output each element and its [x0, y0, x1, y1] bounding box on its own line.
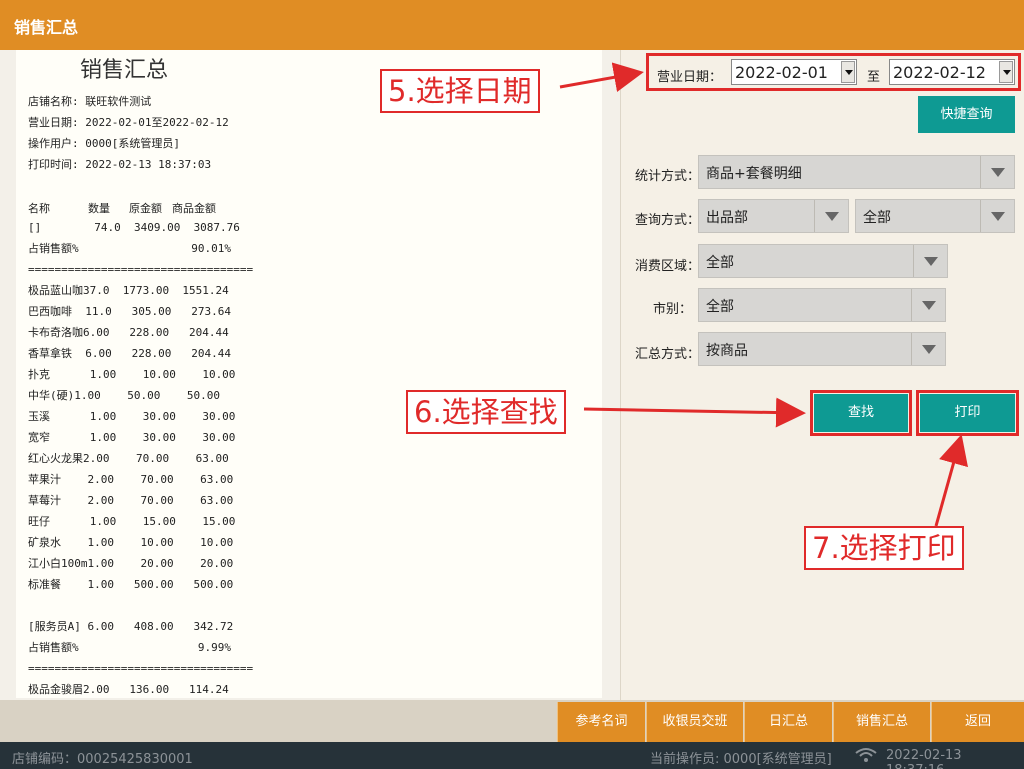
receipt-line: [服务员A] 6.00 408.00 342.72	[28, 620, 234, 633]
receipt-operator: 操作用户: 0000[系统管理员]	[28, 137, 180, 150]
stat-mode-select[interactable]: 商品+套餐明细	[698, 155, 1015, 189]
nav-back[interactable]: 返回	[931, 702, 1024, 742]
dropdown-icon[interactable]	[999, 61, 1013, 83]
status-bar: 店铺编码：00025425830001 当前操作员: 0000[系统管理员] 2…	[0, 742, 1024, 769]
receipt-line: 扑克 1.00 10.00 10.00	[28, 368, 236, 381]
annotation-step6: 6.选择查找	[406, 390, 566, 434]
receipt-line: ==================================	[28, 662, 254, 675]
receipt-line: 占销售额% 9.99%	[28, 641, 231, 654]
chevron-down-icon[interactable]	[913, 245, 947, 277]
nav-sales-summary[interactable]: 销售汇总	[833, 702, 930, 742]
receipt-line: 草莓汁 2.00 70.00 63.00	[28, 494, 234, 507]
bottom-nav: 参考名词 收银员交班 日汇总 销售汇总 返回	[0, 700, 1024, 742]
date-separator: 至	[867, 70, 881, 85]
market-label: 市别：	[653, 302, 693, 317]
nav-daily-summary[interactable]: 日汇总	[744, 702, 832, 742]
receipt-line: 红心火龙果2.00 70.00 63.00	[28, 452, 229, 465]
receipt-shop-name: 店铺名称: 联旺软件测试	[28, 95, 152, 108]
query-mode-select[interactable]: 出品部	[698, 199, 849, 233]
window-title: 销售汇总	[14, 18, 79, 37]
area-label: 消费区域：	[635, 259, 701, 274]
receipt-line: 苹果汁 2.00 70.00 63.00	[28, 473, 234, 486]
receipt-line: 宽窄 1.00 30.00 30.00	[28, 431, 236, 444]
receipt-line: 巴西咖啡 11.0 305.00 273.64	[28, 305, 231, 318]
receipt-line: ==================================	[28, 263, 254, 276]
annotation-step5: 5.选择日期	[380, 69, 540, 113]
shop-code: 店铺编码：00025425830001	[12, 752, 193, 767]
chevron-down-icon[interactable]	[814, 200, 848, 232]
nav-cashier-handover[interactable]: 收银员交班	[646, 702, 743, 742]
chevron-down-icon[interactable]	[980, 200, 1014, 232]
receipt-line: 玉溪 1.00 30.00 30.00	[28, 410, 236, 423]
date-range-group: 营业日期： 2022-02-01 至 2022-02-12	[646, 53, 1021, 91]
annotation-step7: 7.选择打印	[804, 526, 964, 570]
receipt-line: 极品蓝山咖37.0 1773.00 1551.24	[28, 284, 229, 297]
chevron-down-icon[interactable]	[911, 289, 945, 321]
receipt-line: 江小白100m1.00 20.00 20.00	[28, 557, 234, 570]
area-select[interactable]: 全部	[698, 244, 948, 278]
receipt-line: 卡布奇洛咖6.00 228.00 204.44	[28, 326, 229, 339]
receipt-print-time: 打印时间: 2022-02-13 18:37:03	[28, 158, 212, 171]
receipt-line: 中华(硬)1.00 50.00 50.00	[28, 389, 220, 402]
col-goods-amount: 商品金额	[172, 202, 216, 215]
query-mode-label: 查询方式：	[635, 213, 701, 228]
query-mode-sub-select[interactable]: 全部	[855, 199, 1015, 233]
col-orig-amount: 原金额	[129, 202, 162, 215]
receipt-preview: 销售汇总 店铺名称: 联旺软件测试 营业日期: 2022-02-01至2022-…	[16, 50, 602, 698]
receipt-line: 香草拿铁 6.00 228.00 204.44	[28, 347, 231, 360]
status-datetime: 2022-02-13 18:37:16	[886, 748, 962, 769]
date-from-input[interactable]: 2022-02-01	[731, 59, 857, 85]
dropdown-icon[interactable]	[841, 61, 855, 83]
wifi-icon	[855, 748, 877, 762]
chevron-down-icon[interactable]	[911, 333, 945, 365]
title-bar: 销售汇总	[0, 0, 1024, 50]
receipt-line: 标准餐 1.00 500.00 500.00	[28, 578, 234, 591]
receipt-title: 销售汇总	[80, 58, 169, 83]
filter-panel: 营业日期： 2022-02-01 至 2022-02-12 快捷查询 统计方式：…	[620, 50, 1024, 700]
receipt-line: 旺仔 1.00 15.00 15.00	[28, 515, 236, 528]
receipt-business-date: 营业日期: 2022-02-01至2022-02-12	[28, 116, 229, 129]
current-operator: 当前操作员: 0000[系统管理员]	[650, 752, 832, 767]
receipt-preview-panel: 销售汇总 店铺名称: 联旺软件测试 营业日期: 2022-02-01至2022-…	[0, 50, 620, 700]
col-qty: 数量	[88, 202, 110, 215]
receipt-line: 极品金骏眉2.00 136.00 114.24	[28, 683, 229, 696]
nav-reference-terms[interactable]: 参考名词	[557, 702, 645, 742]
summary-label: 汇总方式：	[635, 347, 701, 362]
summary-select[interactable]: 按商品	[698, 332, 946, 366]
stat-mode-label: 统计方式：	[635, 169, 701, 184]
receipt-line: 矿泉水 1.00 10.00 10.00	[28, 536, 234, 549]
receipt-column-headers: 名称 数量 原金额 商品金额	[28, 200, 228, 215]
print-button[interactable]: 打印	[920, 394, 1015, 432]
col-name: 名称	[28, 202, 50, 215]
quick-query-button[interactable]: 快捷查询	[918, 96, 1015, 133]
search-button[interactable]: 查找	[814, 394, 908, 432]
receipt-line: [] 74.0 3409.00 3087.76	[28, 221, 240, 234]
market-select[interactable]: 全部	[698, 288, 946, 322]
date-label: 营业日期：	[657, 70, 723, 85]
chevron-down-icon[interactable]	[980, 156, 1014, 188]
date-to-input[interactable]: 2022-02-12	[889, 59, 1015, 85]
receipt-line: 占销售额% 90.01%	[28, 242, 231, 255]
